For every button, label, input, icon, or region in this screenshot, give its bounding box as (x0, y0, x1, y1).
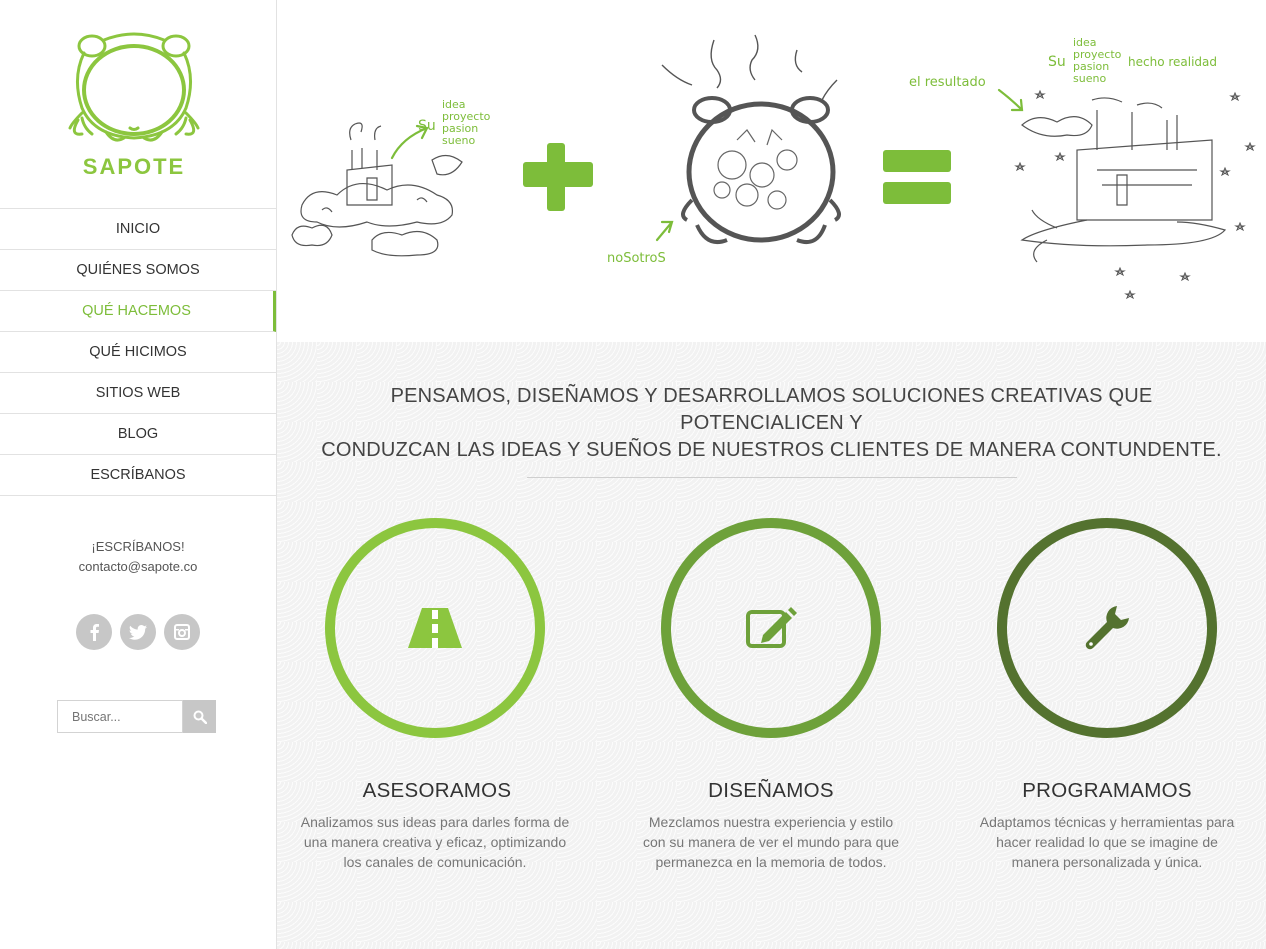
contact-block: ¡ESCRÍBANOS! contacto@sapote.co (0, 537, 276, 577)
right-label: el resultado (909, 75, 986, 90)
nav-item-sitios-web[interactable]: SITIOS WEB (0, 373, 276, 414)
right-su-label: Su idea proyecto pasion sueno hecho real… (1048, 36, 1217, 85)
search-icon (193, 710, 207, 724)
right-caption: hecho realidad (1128, 55, 1217, 69)
wrench-icon (1085, 606, 1129, 650)
service-title-programamos: PROGRAMAMOS (1022, 779, 1192, 802)
right-su: Su (1048, 54, 1066, 70)
frog-gears-sketch (681, 96, 841, 245)
divider (527, 477, 1017, 478)
right-arrow (997, 88, 1024, 112)
middle-label: noSotroS (607, 251, 666, 266)
sidebar: SAPOTE INICIO QUIÉNES SOMOS QUÉ HACEMOS … (0, 0, 277, 949)
edit-icon (746, 607, 797, 648)
nav-item-que-hicimos[interactable]: QUÉ HICIMOS (0, 332, 276, 373)
right-sketch (1020, 97, 1227, 263)
nav-item-inicio[interactable]: INICIO (0, 209, 276, 250)
service-circle-disenamos[interactable] (661, 518, 881, 738)
hero-banner: Su idea proyecto pasion sueno noSotroS e… (277, 0, 1266, 342)
social-links (76, 614, 200, 650)
contact-email[interactable]: contacto@sapote.co (0, 557, 276, 577)
mission-line-1: PENSAMOS, DISEÑAMOS Y DESARROLLAMOS SOLU… (390, 385, 1153, 434)
service-circle-asesoramos[interactable] (325, 518, 545, 738)
gears-inside (713, 128, 798, 210)
service-circle-programamos[interactable] (997, 518, 1217, 738)
hero-illustration: Su idea proyecto pasion sueno noSotroS e… (291, 34, 1256, 300)
service-desc-disenamos: Mezclamos nuestra experiencia y estilo c… (642, 814, 900, 870)
plus-sign-icon (523, 143, 593, 211)
service-desc-programamos: Adaptamos técnicas y herramientas para h… (979, 814, 1235, 870)
nav-item-escribanos[interactable]: ESCRÍBANOS (0, 455, 276, 496)
facebook-icon[interactable] (76, 614, 112, 650)
mission-line-2: CONDUZCAN LAS IDEAS Y SUEÑOS DE NUESTROS… (321, 439, 1222, 461)
nav-item-blog[interactable]: BLOG (0, 414, 276, 455)
logo-text: SAPOTE (82, 154, 186, 179)
service-desc-asesoramos: Analizamos sus ideas para darles forma d… (300, 814, 570, 870)
search-form (57, 700, 216, 733)
logo[interactable]: SAPOTE (64, 28, 204, 180)
search-button[interactable] (183, 700, 216, 733)
search-input[interactable] (57, 700, 183, 733)
nav-item-que-hacemos[interactable]: QUÉ HACEMOS (0, 291, 276, 332)
left-su-label: Su idea proyecto pasion sueno (418, 98, 491, 147)
main-nav: INICIO QUIÉNES SOMOS QUÉ HACEMOS QUÉ HIC… (0, 208, 276, 496)
instagram-icon[interactable] (164, 614, 200, 650)
road-icon (408, 608, 462, 648)
middle-arrow (655, 220, 674, 242)
steam-lines (661, 34, 838, 101)
right-word-4: sueno (1073, 72, 1106, 85)
main-content: Su idea proyecto pasion sueno noSotroS e… (277, 0, 1266, 949)
stars (1014, 89, 1256, 300)
mission-statement: PENSAMOS, DISEÑAMOS Y DESARROLLAMOS SOLU… (317, 383, 1226, 464)
left-sketch (291, 122, 463, 257)
left-word-4: sueno (442, 134, 475, 147)
contact-heading: ¡ESCRÍBANOS! (91, 539, 185, 554)
frog-logo-icon (68, 32, 200, 142)
service-title-asesoramos: ASESORAMOS (362, 779, 512, 802)
twitter-icon[interactable] (120, 614, 156, 650)
left-su: Su (418, 118, 436, 134)
service-title-disenamos: DISEÑAMOS (708, 779, 834, 802)
equals-sign-icon (883, 150, 951, 204)
nav-item-quienes-somos[interactable]: QUIÉNES SOMOS (0, 250, 276, 291)
